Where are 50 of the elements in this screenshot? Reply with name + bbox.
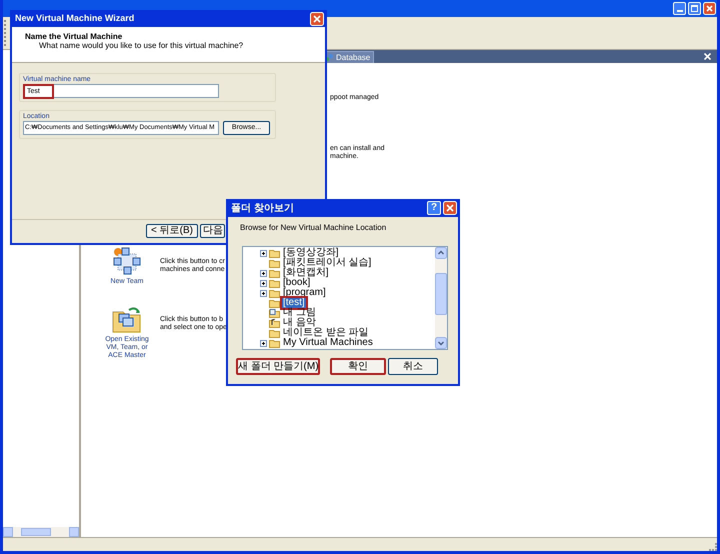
dialog-title: 폴더 찾아보기: [231, 202, 294, 216]
folder-icon: [269, 298, 280, 308]
close-icon[interactable]: [310, 12, 324, 26]
picture-folder-icon: [269, 308, 280, 318]
scroll-thumb[interactable]: [21, 528, 51, 536]
expand-icon[interactable]: [260, 340, 266, 346]
horizontal-scrollbar[interactable]: [3, 527, 79, 537]
tree-item[interactable]: My Virtual Machines: [282, 338, 374, 348]
dialog-button[interactable]: 취소: [388, 358, 438, 375]
help-button[interactable]: ?: [427, 201, 441, 215]
expand-icon[interactable]: [260, 290, 266, 296]
tree-item[interactable]: 내 음악: [282, 318, 317, 328]
tree-item[interactable]: [program]: [282, 288, 327, 298]
minimize-icon[interactable]: [673, 2, 686, 15]
expand-icon[interactable]: [260, 250, 266, 256]
maximize-icon[interactable]: [688, 2, 701, 15]
expand-icon[interactable]: [260, 280, 266, 286]
folder-icon: [269, 268, 280, 278]
tree-item[interactable]: [book]: [282, 278, 312, 288]
dialog-title: New Virtual Machine Wizard: [15, 12, 134, 25]
folder-icon: [269, 278, 280, 288]
folder-icon: [269, 288, 280, 298]
tree-item[interactable]: [패킷트레이서 실습]: [282, 258, 372, 268]
music-folder-icon: [269, 318, 280, 328]
dialog-button[interactable]: 새 폴더 만들기(M): [236, 358, 320, 375]
dialog-button[interactable]: 확인: [330, 358, 386, 375]
close-icon[interactable]: [703, 2, 716, 15]
tree-item[interactable]: [test]: [282, 298, 306, 308]
close-icon[interactable]: [443, 201, 457, 215]
folder-icon: [269, 248, 280, 258]
close-icon[interactable]: [704, 53, 711, 60]
scroll-thumb[interactable]: [435, 273, 447, 315]
folder-icon: [269, 258, 280, 268]
vertical-scrollbar[interactable]: [435, 247, 447, 349]
scroll-down-icon[interactable]: [435, 337, 447, 349]
tree-item[interactable]: 네이트온 받은 파일: [282, 328, 370, 338]
wizard-heading: Name the Virtual Machine: [25, 32, 124, 41]
expand-icon[interactable]: [260, 270, 266, 276]
tree-item[interactable]: [화면캡처]: [282, 268, 330, 278]
folder-icon: [269, 328, 280, 338]
resize-grip-icon[interactable]: [709, 543, 717, 551]
tree-item[interactable]: [동영상강좌]: [282, 248, 340, 258]
folder-icon: [269, 338, 280, 348]
wizard-button[interactable]: 다음: [200, 224, 225, 238]
wizard-subheading: What name would you like to use for this virtual machine?: [38, 41, 244, 50]
team-icon: [112, 246, 142, 276]
dialog-prompt: Browse for New Virtual Machine Location: [240, 223, 388, 232]
tree-item[interactable]: 내 그림: [282, 308, 317, 318]
scroll-up-icon[interactable]: [435, 247, 447, 259]
wizard-button[interactable]: < 뒤로(B): [146, 224, 198, 238]
